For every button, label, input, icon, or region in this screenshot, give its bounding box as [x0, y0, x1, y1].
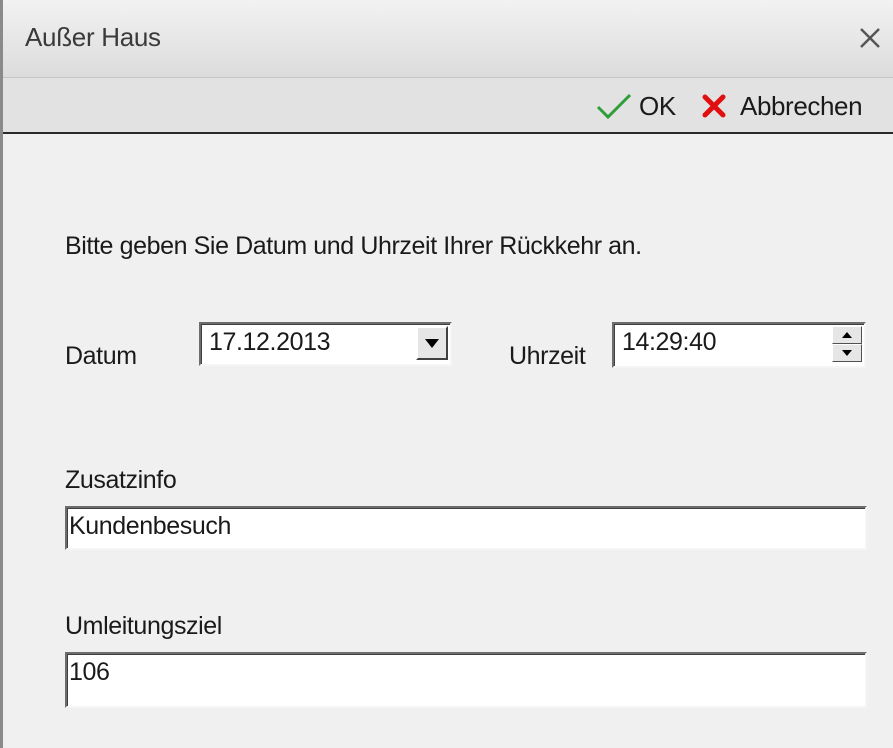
redirect-label: Umleitungsziel: [65, 612, 222, 640]
cancel-button-label: Abbrechen: [740, 90, 863, 121]
time-spinner[interactable]: 14:29:40: [612, 322, 866, 368]
chevron-down-icon: [425, 338, 439, 348]
x-icon: [702, 94, 726, 118]
instruction-text: Bitte geben Sie Datum und Uhrzeit Ihrer …: [65, 232, 642, 260]
dialog-content: Bitte geben Sie Datum und Uhrzeit Ihrer …: [3, 136, 893, 748]
redirect-value: 106: [69, 658, 110, 686]
date-label: Datum: [65, 342, 137, 370]
spin-up-button[interactable]: [832, 326, 862, 344]
checkmark-icon: [596, 93, 632, 120]
window-title: Außer Haus: [25, 22, 161, 52]
title-bar[interactable]: Außer Haus: [3, 0, 893, 78]
dialog-window: Außer Haus OK Abbrechen Bitte geben Sie …: [0, 0, 893, 748]
time-label: Uhrzeit: [509, 342, 586, 370]
ok-button[interactable]: OK: [595, 86, 676, 126]
date-picker[interactable]: 17.12.2013: [199, 322, 452, 366]
close-icon: [860, 28, 880, 48]
time-value: 14:29:40: [622, 328, 717, 356]
extra-info-label: Zusatzinfo: [65, 466, 177, 494]
redirect-input[interactable]: 106: [65, 652, 867, 708]
arrow-down-icon: [842, 350, 852, 356]
extra-info-value: Kundenbesuch: [69, 512, 232, 540]
close-button[interactable]: [851, 18, 889, 58]
spin-down-button[interactable]: [832, 344, 862, 362]
arrow-up-icon: [842, 332, 852, 338]
date-dropdown-button[interactable]: [416, 326, 448, 360]
cancel-button[interactable]: Abbrechen: [700, 86, 863, 126]
time-spin-buttons: [832, 326, 862, 362]
date-value: 17.12.2013: [209, 328, 331, 356]
ok-button-label: OK: [639, 90, 676, 121]
toolbar: OK Abbrechen: [3, 78, 893, 134]
extra-info-input[interactable]: Kundenbesuch: [65, 506, 867, 550]
